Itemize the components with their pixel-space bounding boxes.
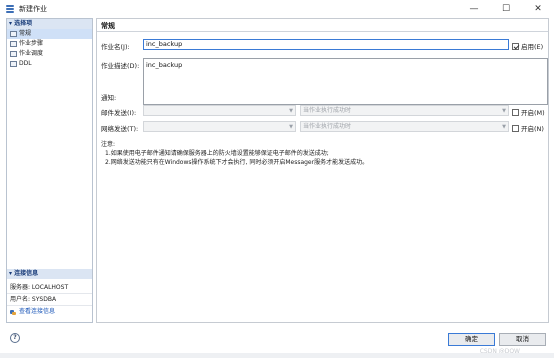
view-connection-label: 查看连接信息 (19, 308, 56, 315)
notes-title: 注意: (101, 141, 116, 148)
notify-label: 通知: (101, 94, 117, 102)
page-icon (10, 31, 17, 37)
mail-operator-select[interactable]: ▼ (143, 105, 296, 116)
checkbox-box (512, 42, 519, 50)
note-line: 2.网络发送功能只有在Windows操作系统下才会执行, 同时必须开启Messa… (105, 159, 369, 166)
checkbox-box (512, 108, 519, 116)
mail-condition-select[interactable]: 当作业执行成功时 ▼ (300, 105, 509, 116)
enabled-label: 启用(E) (521, 43, 544, 51)
connection-header[interactable]: ▾ 连接信息 (7, 269, 92, 279)
close-button[interactable]: ✕ (522, 0, 554, 17)
sidebar-item-label: DDL (19, 60, 32, 67)
connection-info: ▾ 连接信息 服务器: LOCALHOST 用户名: SYSDBA 查看连接信息 (7, 269, 92, 318)
chevron-down-icon: ▼ (289, 108, 293, 114)
select-value: 当作业执行成功时 (303, 123, 352, 130)
sidebar-item-job-schedule[interactable]: 作业调度 (7, 49, 92, 59)
sidebar-item-ddl[interactable]: DDL (7, 59, 92, 69)
sidebar-item-general[interactable]: 常规 (7, 29, 92, 39)
mail-open-checkbox[interactable]: 开启(M) (512, 107, 545, 117)
maximize-button[interactable]: ☐ (490, 0, 522, 17)
net-open-checkbox[interactable]: 开启(N) (512, 123, 544, 133)
net-condition-select[interactable]: 当作业执行成功时 ▼ (300, 121, 509, 132)
sidebar-item-label: 常规 (19, 30, 32, 37)
view-connection-link[interactable]: 查看连接信息 (7, 306, 92, 318)
sidebar: ▾ 选择项 常规 作业步骤 作业调度 DDL ▾ 连接信息 服务器: LOCAL… (6, 18, 93, 323)
net-send-label: 网络发送(T): (101, 125, 139, 133)
job-desc-textarea[interactable]: inc_backup (143, 58, 548, 105)
net-operator-select[interactable]: ▼ (143, 121, 296, 132)
ok-button[interactable]: 确定 (448, 333, 495, 346)
job-name-input[interactable]: inc_backup (143, 39, 509, 50)
bottom-strip (0, 353, 554, 358)
window-title: 新建作业 (19, 4, 47, 13)
title-bar: 新建作业 — ☐ ✕ (0, 0, 554, 17)
minimize-button[interactable]: — (458, 0, 490, 17)
chevron-down-icon: ▼ (502, 124, 506, 130)
job-name-label: 作业名(J): (101, 43, 130, 51)
enabled-checkbox[interactable]: 启用(E) (512, 41, 543, 51)
job-desc-label: 作业描述(D): (101, 62, 140, 70)
section-title: 常规 (101, 22, 115, 30)
mail-open-label: 开启(M) (521, 109, 545, 117)
help-icon[interactable]: ? (10, 333, 20, 343)
sidebar-item-label: 作业步骤 (19, 40, 44, 47)
chevron-down-icon: ▼ (502, 108, 506, 114)
app-logo-icon (5, 4, 15, 14)
user-info: 用户名: SYSDBA (7, 294, 92, 306)
sidebar-item-label: 作业调度 (19, 50, 44, 57)
page-icon (10, 61, 17, 67)
page-icon (10, 51, 17, 57)
sidebar-item-job-steps[interactable]: 作业步骤 (7, 39, 92, 49)
main-panel: 常规 作业名(J): inc_backup 启用(E) 作业描述(D): inc… (96, 18, 549, 323)
mail-send-label: 邮件发送(I): (101, 109, 137, 117)
page-icon (10, 41, 17, 47)
connection-icon (10, 309, 16, 315)
server-info: 服务器: LOCALHOST (7, 282, 92, 294)
note-line: 1.如果使用电子邮件通知请确保服务器上的防火墙设置能够保证电子邮件的发送成功; (105, 150, 329, 157)
sidebar-header[interactable]: ▾ 选择项 (7, 19, 92, 29)
select-value: 当作业执行成功时 (303, 107, 352, 114)
checkbox-box (512, 124, 519, 132)
net-open-label: 开启(N) (521, 125, 544, 133)
chevron-down-icon: ▼ (289, 124, 293, 130)
cancel-button[interactable]: 取消 (499, 333, 546, 346)
section-divider (97, 31, 548, 32)
